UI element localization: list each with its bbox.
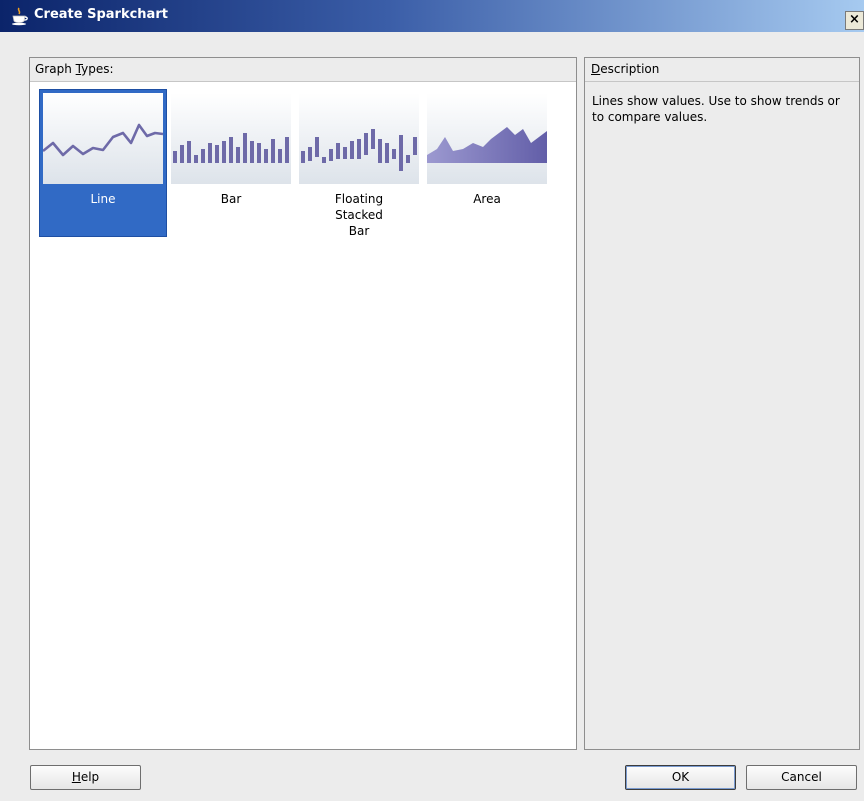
close-button[interactable]: × [845,11,864,30]
area-chart-icon [427,93,547,184]
java-cup-icon [10,6,30,26]
graph-type-line[interactable]: Line [39,89,167,237]
graph-type-label: Bar [220,192,242,206]
graph-types-label: Graph Types: [35,62,114,76]
graph-types-list: Line Bar Floating Stacked Bar Area [38,89,568,240]
description-label: Description [591,62,660,76]
title-bar[interactable]: Create Sparkchart × [0,0,864,32]
description-panel: Description Lines show values. Use to sh… [584,57,860,750]
graph-types-header: Graph Types: [30,58,576,82]
description-header: Description [585,58,859,82]
floating-stacked-bar-icon [299,93,419,184]
cancel-button[interactable]: Cancel [746,765,857,790]
graph-type-label: Line [90,192,116,206]
close-icon: × [849,12,860,27]
graph-type-label: Floating Stacked Bar [334,192,384,238]
graph-types-panel: Graph Types: Line Bar Floating Stacked B… [29,57,577,750]
graph-type-label: Area [473,192,501,206]
graph-type-floating-stacked-bar[interactable]: Floating Stacked Bar [296,90,422,238]
description-text: Lines show values. Use to show trends or… [592,94,840,124]
help-button[interactable]: Help [30,765,141,790]
line-chart-icon [43,93,163,184]
graph-type-bar[interactable]: Bar [168,90,294,236]
ok-button[interactable]: OK [625,765,736,790]
bar-chart-icon [171,93,291,184]
graph-type-area[interactable]: Area [424,90,550,236]
create-sparkchart-dialog: Create Sparkchart × Graph Types: Line Ba… [0,0,864,801]
dialog-title: Create Sparkchart [34,7,168,22]
